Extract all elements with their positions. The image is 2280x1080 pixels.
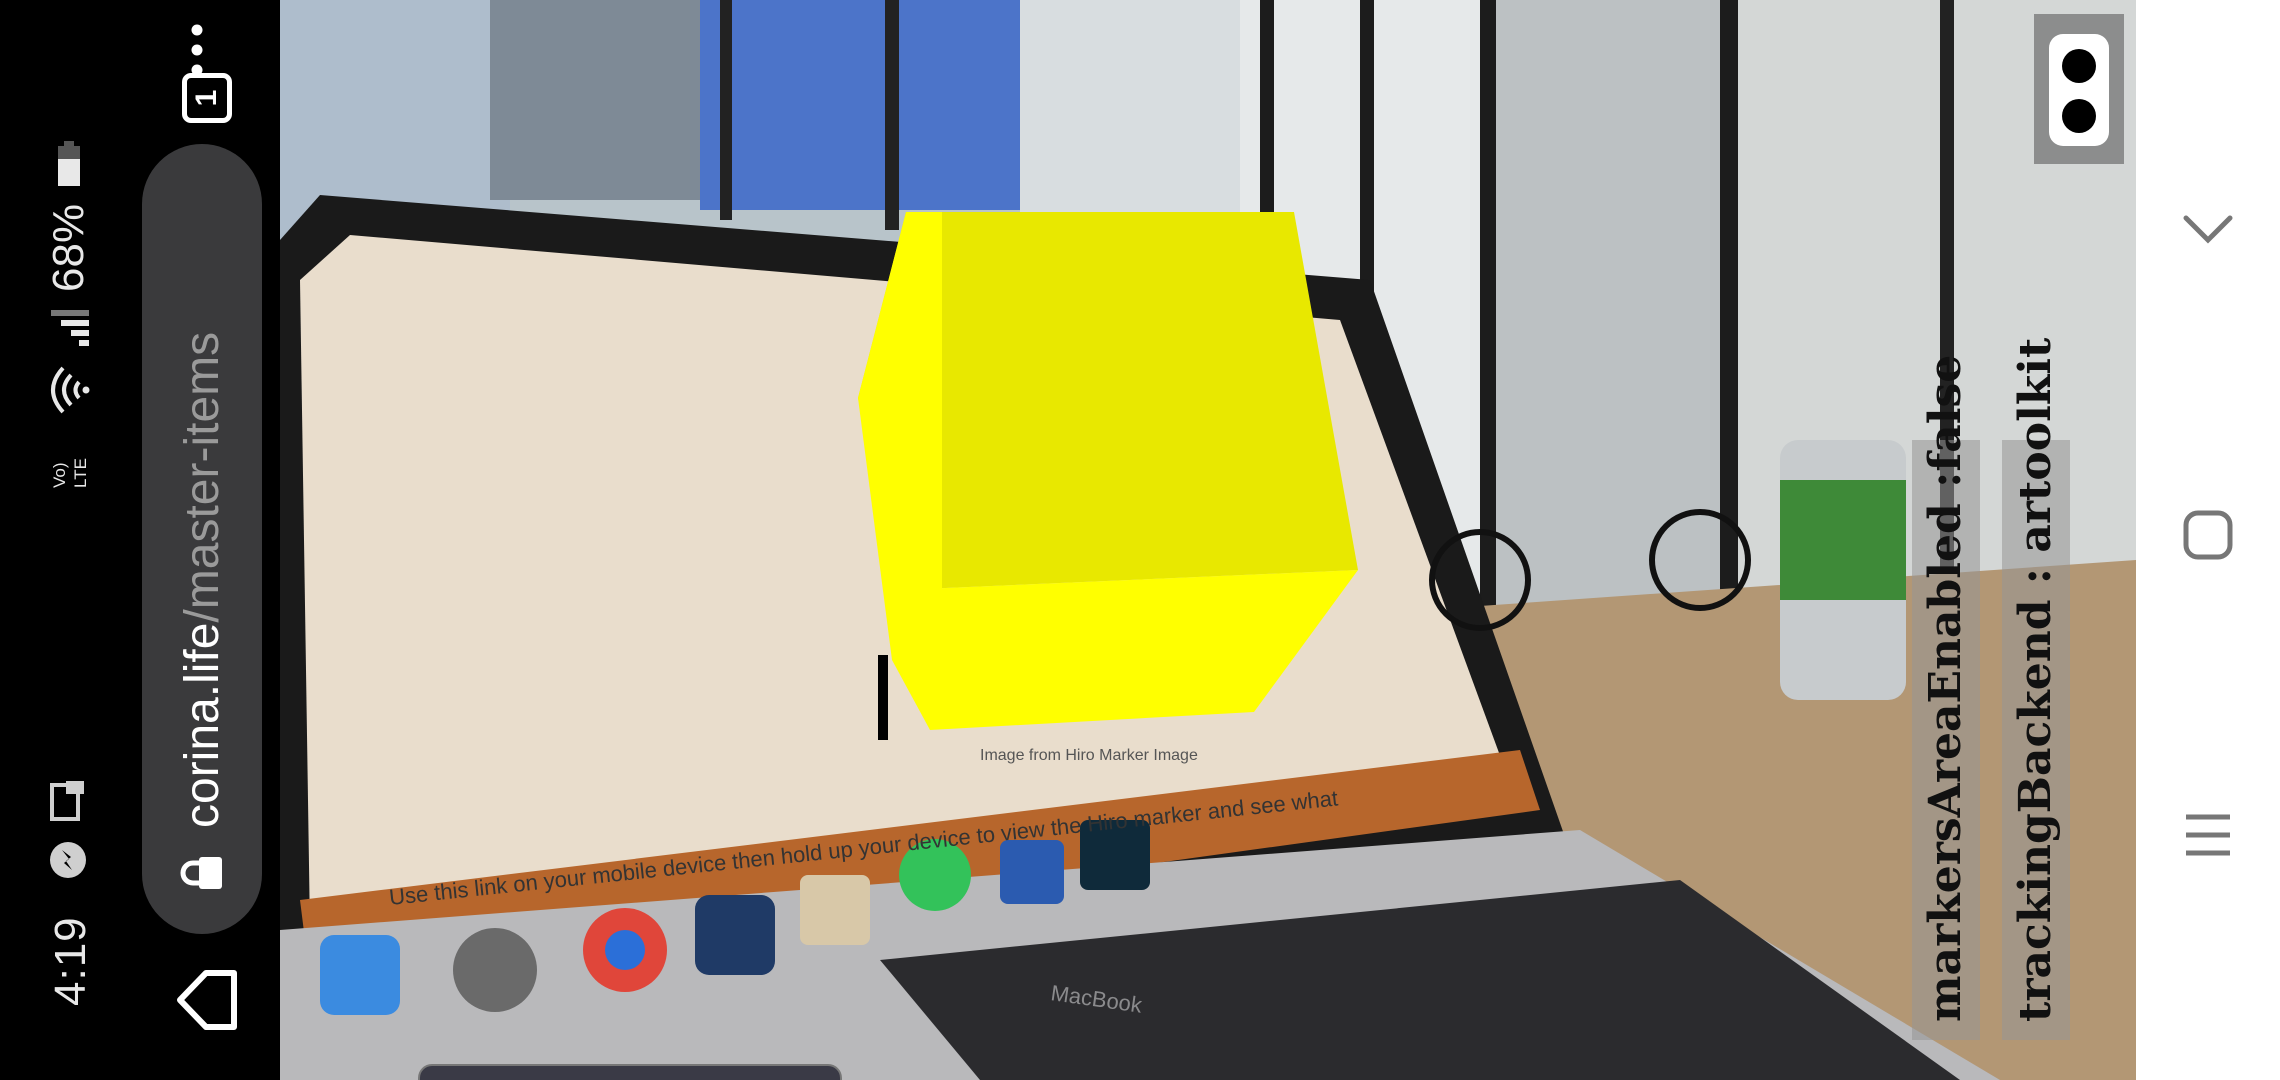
url-text: corina.life/master-items — [175, 188, 230, 828]
markers-area-info: markersAreaEnabled :false — [1912, 0, 1982, 1080]
status-time: 4:19 — [46, 916, 95, 1006]
back-icon[interactable] — [2178, 200, 2238, 260]
recents-icon[interactable] — [2178, 805, 2238, 865]
status-notification-icons — [48, 778, 88, 880]
markers-area-label: markersAreaEnabled :false — [1912, 355, 1980, 1040]
bottom-drawer-handle[interactable] — [418, 1064, 842, 1080]
signal-icon — [51, 310, 89, 346]
battery-icon — [58, 140, 80, 186]
tab-switcher-button[interactable]: 1 — [182, 73, 232, 123]
browser-toolbar: corina.life/master-items 1 — [132, 0, 280, 1080]
svg-text:Vo): Vo) — [50, 462, 69, 488]
svg-text:LTE: LTE — [71, 458, 90, 488]
screen-mirror-icon — [50, 781, 84, 821]
battery-percent: 68% — [44, 203, 93, 292]
lock-icon — [180, 857, 222, 889]
more-options-icon[interactable] — [177, 20, 217, 80]
wifi-icon — [51, 366, 90, 414]
ar-yellow-cube — [858, 212, 1358, 740]
camera-switch-button[interactable] — [2034, 14, 2124, 164]
status-bar: 4:19 Vo) LTE 68% — [0, 0, 132, 1080]
tracking-backend-label: trackingBackend : artoolkit — [2002, 338, 2070, 1040]
messenger-icon — [50, 842, 86, 878]
url-path: /master-items — [175, 331, 229, 623]
camera-switch-icon — [2049, 34, 2109, 146]
browser-home-button[interactable] — [172, 965, 242, 1035]
url-host: corina.life — [175, 622, 229, 828]
status-right-group: Vo) LTE 68% — [44, 140, 94, 490]
volte-icon: Vo) LTE — [50, 458, 90, 488]
address-bar[interactable]: corina.life/master-items — [142, 144, 262, 934]
navigation-bar — [2136, 0, 2280, 1080]
home-icon[interactable] — [2178, 505, 2238, 565]
ar-camera-view[interactable]: Image from Hiro Marker Image Use this li… — [280, 0, 2136, 1080]
